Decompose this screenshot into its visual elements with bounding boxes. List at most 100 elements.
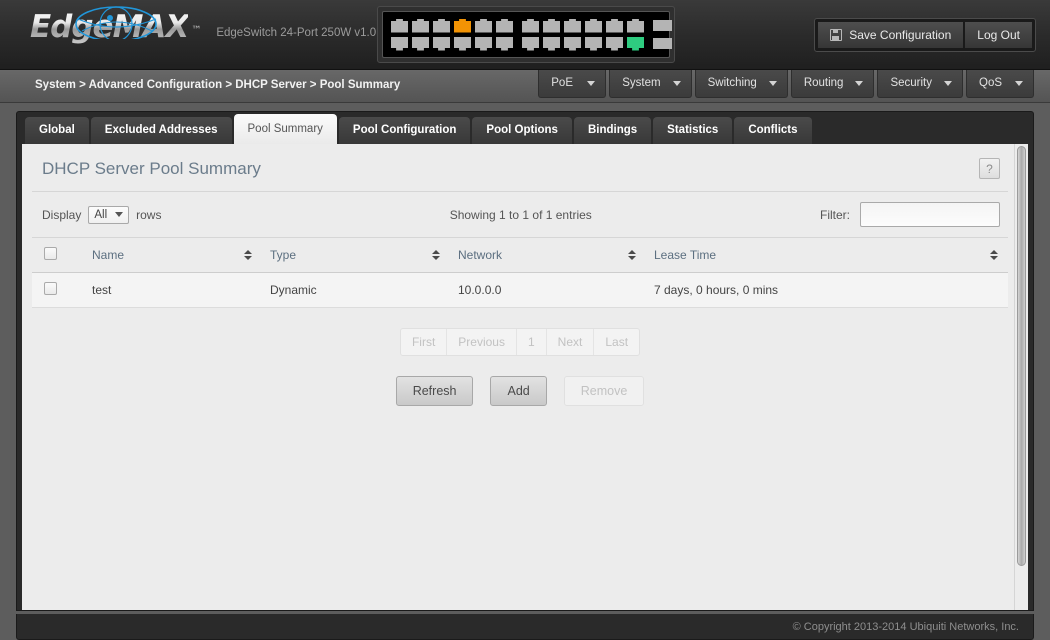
tab-bindings[interactable]: Bindings (573, 117, 652, 144)
save-configuration-label: Save Configuration (849, 28, 952, 42)
page-body: Global Excluded Addresses Pool Summary P… (0, 103, 1050, 640)
page-title: DHCP Server Pool Summary (42, 158, 261, 178)
chevron-down-icon (944, 80, 952, 86)
port-24[interactable] (627, 36, 644, 51)
sfp-port-1[interactable] (653, 20, 672, 31)
remove-button: Remove (563, 376, 645, 406)
nav-menu-poe-label: PoE (551, 77, 573, 89)
cell-lease-time: 7 days, 0 hours, 0 mins (646, 272, 1008, 308)
pagination-page-1[interactable]: 1 (517, 329, 547, 355)
port-17[interactable] (564, 18, 581, 33)
tab-excluded-addresses[interactable]: Excluded Addresses (90, 117, 232, 144)
port-8[interactable] (454, 36, 471, 51)
port-22[interactable] (606, 36, 623, 51)
nav-menu-qos[interactable]: QoS (966, 70, 1034, 98)
port-16[interactable] (543, 36, 560, 51)
column-header-lease-time[interactable]: Lease Time (646, 237, 1008, 273)
tab-conflicts[interactable]: Conflicts (734, 117, 812, 144)
port-21[interactable] (606, 18, 623, 33)
pagination: First Previous 1 Next Last (32, 328, 1008, 356)
port-19[interactable] (585, 18, 602, 33)
table-head: Name Type Network Lease Time (32, 237, 1008, 273)
display-rows-select[interactable]: All (88, 205, 130, 224)
chevron-down-icon (672, 80, 681, 86)
sort-icon (990, 250, 998, 260)
select-all-checkbox[interactable] (44, 247, 57, 260)
sfp-port-2[interactable] (653, 38, 672, 49)
refresh-button[interactable]: Refresh (395, 376, 474, 406)
port-2[interactable] (391, 36, 408, 51)
port-6[interactable] (433, 36, 450, 51)
port-group-2-top (522, 18, 644, 33)
port-5[interactable] (433, 18, 450, 33)
port-15[interactable] (543, 18, 560, 33)
nav-menu-switching[interactable]: Switching (694, 70, 788, 98)
tab-pool-summary-label: Pool Summary (247, 123, 323, 135)
column-header-name[interactable]: Name (84, 237, 262, 273)
brand-name: EdgeMAX (30, 9, 189, 45)
port-11[interactable] (496, 18, 513, 33)
port-23[interactable] (627, 18, 644, 33)
add-button[interactable]: Add (490, 376, 547, 406)
tab-pool-summary[interactable]: Pool Summary (233, 114, 337, 144)
nav-menu-poe[interactable]: PoE (538, 70, 607, 98)
port-group-1-top (391, 18, 513, 33)
tab-pool-configuration[interactable]: Pool Configuration (338, 117, 471, 144)
header-actions: Save Configuration Log Out (814, 18, 1036, 52)
trademark-mark: ™ (191, 25, 201, 36)
pagination-next[interactable]: Next (547, 329, 595, 355)
port-14[interactable] (522, 36, 539, 51)
display-prefix-label: Display (42, 207, 82, 222)
nav-menu-system[interactable]: System (609, 70, 692, 98)
tab-global[interactable]: Global (25, 117, 89, 144)
nav-menu-list: PoE System Switching Routing Security Qo… (538, 70, 1034, 98)
row-checkbox[interactable] (44, 282, 57, 295)
help-button[interactable]: ? (979, 158, 1000, 179)
display-suffix-label: rows (136, 207, 162, 222)
port-10[interactable] (475, 36, 492, 51)
tab-pool-options[interactable]: Pool Options (472, 117, 572, 144)
save-configuration-button[interactable]: Save Configuration (818, 22, 964, 48)
port-row-bottom (391, 35, 672, 52)
app-header: EdgeMAX ™ EdgeSwitch 24-Port 250W v1.0.0 (0, 0, 1050, 70)
filter-input[interactable] (860, 202, 1000, 227)
tab-statistics[interactable]: Statistics (653, 117, 733, 144)
pagination-last[interactable]: Last (594, 329, 639, 355)
table-row[interactable]: test Dynamic 10.0.0.0 7 days, 0 hours, 0… (32, 272, 1008, 308)
port-12[interactable] (496, 36, 513, 51)
port-1[interactable] (391, 18, 408, 33)
port-13[interactable] (522, 18, 539, 33)
nav-menu-security[interactable]: Security (877, 70, 963, 98)
port-18[interactable] (564, 36, 581, 51)
app-footer: © Copyright 2013-2014 Ubiquiti Networks,… (16, 614, 1034, 640)
page-title-row: DHCP Server Pool Summary ? (32, 144, 1008, 192)
port-20[interactable] (585, 36, 602, 51)
port-7-led-icon (454, 18, 457, 20)
column-header-type-label: Type (270, 248, 297, 262)
sort-icon (244, 250, 252, 260)
port-7[interactable] (454, 18, 471, 33)
help-icon: ? (986, 161, 993, 176)
pagination-first[interactable]: First (401, 329, 448, 355)
sfp-group-top (653, 20, 672, 31)
display-rows-value: All (94, 208, 108, 221)
breadcrumb: System > Advanced Configuration > DHCP S… (35, 79, 401, 91)
chevron-down-icon (855, 80, 864, 86)
column-header-network-label: Network (458, 248, 503, 262)
port-4[interactable] (412, 36, 429, 51)
nav-menu-routing[interactable]: Routing (790, 70, 875, 98)
log-out-button[interactable]: Log Out (965, 22, 1032, 48)
nav-menu-switching-label: Switching (707, 77, 757, 89)
device-model-label: EdgeSwitch 24-Port 250W v1.0.0 (216, 27, 386, 39)
tab-pool-options-label: Pool Options (486, 124, 558, 136)
cell-network: 10.0.0.0 (450, 272, 646, 308)
pagination-previous[interactable]: Previous (447, 329, 517, 355)
port-3[interactable] (412, 18, 429, 33)
content-scrollbar[interactable] (1014, 144, 1028, 610)
tab-excluded-addresses-label: Excluded Addresses (104, 124, 218, 136)
column-header-network[interactable]: Network (450, 237, 646, 273)
port-9[interactable] (475, 18, 492, 33)
scrollbar-thumb[interactable] (1017, 146, 1026, 566)
column-header-type[interactable]: Type (262, 237, 450, 273)
switch-port-panel-inner (382, 11, 672, 58)
